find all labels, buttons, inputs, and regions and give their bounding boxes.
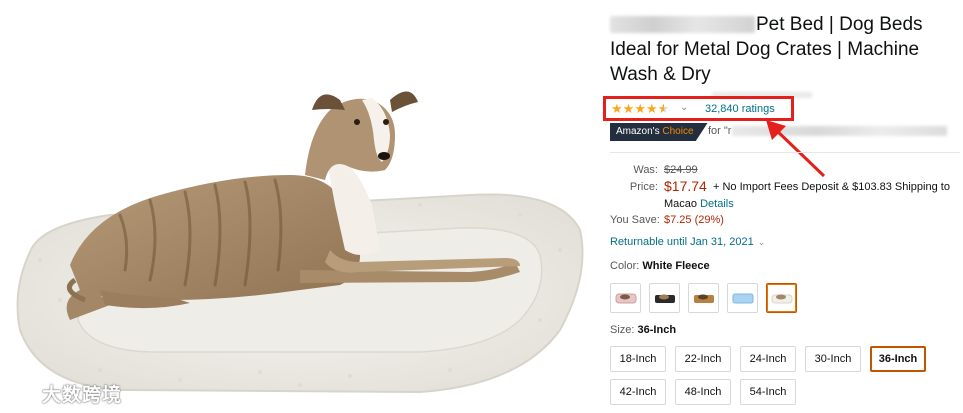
shipping-note: + No Import Fees Deposit & $103.83 Shipp… bbox=[713, 181, 950, 193]
choice-keyword-prefix: for "r bbox=[708, 125, 732, 137]
white-bed-thumbnail-icon bbox=[771, 294, 792, 304]
choice-badge-part2: Choice bbox=[662, 126, 694, 137]
size-option-30[interactable]: 30-Inch bbox=[805, 346, 861, 372]
section-divider bbox=[610, 152, 960, 153]
savings-value: $7.25 (29%) bbox=[664, 214, 724, 226]
half-star-icon: ★ bbox=[657, 101, 670, 116]
color-label: Color: White Fleece bbox=[610, 260, 710, 272]
size-option-54[interactable]: 54-Inch bbox=[740, 379, 796, 405]
swatch-blue[interactable] bbox=[727, 283, 758, 313]
color-swatches bbox=[610, 283, 797, 313]
watermark: 大数跨境 bbox=[8, 380, 122, 407]
blue-bed-thumbnail-icon bbox=[732, 293, 753, 304]
rating-chevron-down-icon[interactable]: ⌄ bbox=[680, 102, 688, 113]
product-title: Pet Bed | Dog Beds Ideal for Metal Dog C… bbox=[610, 12, 960, 87]
watermark-logo-icon bbox=[8, 384, 36, 403]
star-rating[interactable]: ★ ★ ★ ★ ★ bbox=[611, 102, 669, 115]
size-options: 18-Inch 22-Inch 24-Inch 30-Inch 36-Inch … bbox=[610, 346, 960, 405]
product-title-line-2: Ideal for Metal Dog Crates | Machine bbox=[610, 39, 920, 60]
size-option-22[interactable]: 22-Inch bbox=[675, 346, 731, 372]
savings-label: You Save: bbox=[610, 214, 660, 226]
swatch-pink-fleece[interactable] bbox=[610, 283, 641, 313]
pink-bed-thumbnail-icon bbox=[615, 293, 636, 304]
shipping-details-link[interactable]: Details bbox=[700, 198, 734, 210]
black-bed-thumbnail-icon bbox=[654, 294, 675, 303]
price-label: Price: bbox=[629, 181, 658, 193]
star-icon: ★ bbox=[634, 101, 646, 116]
returnable-text: Returnable until Jan 31, 2021 bbox=[610, 236, 754, 248]
size-option-42[interactable]: 42-Inch bbox=[610, 379, 666, 405]
product-image[interactable] bbox=[0, 0, 600, 413]
size-option-36[interactable]: 36-Inch bbox=[870, 346, 926, 372]
size-option-18[interactable]: 18-Inch bbox=[610, 346, 666, 372]
color-label-text: Color: bbox=[610, 260, 640, 272]
size-option-48[interactable]: 48-Inch bbox=[675, 379, 731, 405]
shipping-destination: Macao bbox=[664, 198, 698, 210]
product-title-line-1: Pet Bed | Dog Beds bbox=[756, 14, 923, 35]
chevron-down-icon: ⌄ bbox=[757, 237, 766, 247]
product-title-line-3: Wash & Dry bbox=[610, 64, 711, 85]
was-price: $24.99 bbox=[664, 164, 698, 176]
size-label: Size: 36-Inch bbox=[610, 324, 676, 336]
was-label: Was: bbox=[633, 164, 658, 176]
star-icon: ★ bbox=[611, 101, 623, 116]
star-icon: ★ bbox=[645, 101, 658, 116]
brown-bed-thumbnail-icon bbox=[693, 294, 714, 303]
star-icon: ★ bbox=[622, 101, 635, 116]
current-price: $17.74 bbox=[664, 178, 707, 194]
swatch-brown[interactable] bbox=[688, 283, 719, 313]
shipping-note-destination: Macao Details bbox=[664, 198, 734, 210]
returnable-dropdown[interactable]: Returnable until Jan 31, 2021 ⌄ bbox=[610, 236, 765, 248]
amazons-choice-badge: Amazon's Choice bbox=[610, 123, 708, 141]
size-option-24[interactable]: 24-Inch bbox=[740, 346, 796, 372]
swatch-black[interactable] bbox=[649, 283, 680, 313]
watermark-text: 大数跨境 bbox=[42, 385, 123, 406]
annotation-arrow-icon bbox=[766, 120, 826, 178]
swatch-white-fleece[interactable] bbox=[766, 283, 797, 313]
selected-size: 36-Inch bbox=[637, 324, 677, 336]
size-label-text: Size: bbox=[610, 324, 635, 336]
choice-badge-part1: Amazon's bbox=[616, 126, 660, 137]
selected-color: White Fleece bbox=[642, 260, 710, 272]
